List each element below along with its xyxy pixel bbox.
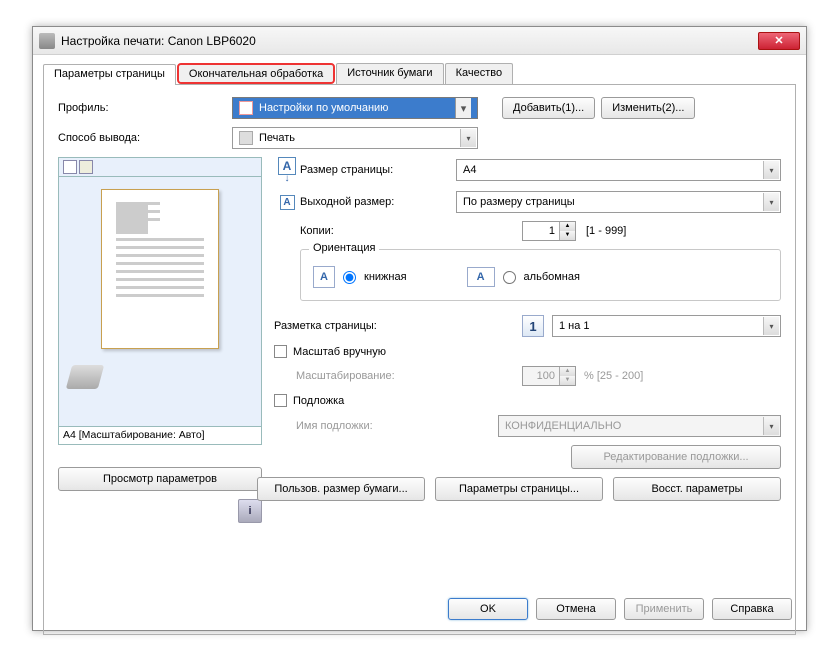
tab-strip: Параметры страницы Окончательная обработ…	[43, 63, 796, 85]
output-size-combo[interactable]: По размеру страницы ▾	[456, 191, 781, 213]
output-size-value: По размеру страницы	[463, 196, 575, 208]
spin-down-icon[interactable]: ▼	[560, 231, 575, 240]
watermark-name-label: Имя подложки:	[296, 420, 456, 432]
copies-spinner[interactable]: ▲▼	[522, 221, 576, 241]
page-preview	[101, 189, 219, 349]
profile-combo[interactable]: Настройки по умолчанию ▾	[232, 97, 478, 119]
settings-column: A↓ Размер страницы: A4 ▾ A Выходной разм…	[274, 157, 781, 523]
portrait-icon: A	[313, 266, 335, 288]
page-options-button[interactable]: Параметры страницы...	[435, 477, 603, 501]
scaling-row: Масштабирование: ▲▼ % [25 - 200]	[274, 366, 781, 386]
tab-finishing[interactable]: Окончательная обработка	[177, 63, 335, 84]
output-size-icon: A	[280, 195, 295, 210]
manual-scale-label: Масштаб вручную	[293, 346, 386, 358]
manual-scale-checkbox[interactable]	[274, 345, 287, 358]
tab-quality[interactable]: Качество	[445, 63, 514, 84]
print-settings-window: Настройка печати: Canon LBP6020 ✕ Параме…	[32, 26, 807, 631]
content-area: Параметры страницы Окончательная обработ…	[33, 55, 806, 643]
preview-column: A4 [Масштабирование: Авто] Просмотр пара…	[58, 157, 262, 523]
cancel-button[interactable]: Отмена	[536, 598, 616, 620]
output-value: Печать	[259, 132, 295, 144]
copies-label: Копии:	[300, 225, 456, 237]
tab-panel: Профиль: Настройки по умолчанию ▾ Добави…	[43, 85, 796, 635]
edit-watermark-button: Редактирование подложки...	[571, 445, 781, 469]
page-size-value: A4	[463, 164, 476, 176]
output-size-label: Выходной размер:	[300, 196, 456, 208]
output-combo[interactable]: Печать ▾	[232, 127, 478, 149]
orientation-group: Ориентация A книжная A альбомная	[300, 249, 781, 301]
close-button[interactable]: ✕	[758, 32, 800, 50]
chevron-down-icon: ▾	[460, 129, 476, 147]
chevron-down-icon: ▾	[763, 193, 779, 211]
chevron-down-icon: ▾	[455, 98, 471, 118]
output-label: Способ вывода:	[58, 132, 178, 144]
spin-up-icon[interactable]: ▲	[560, 222, 575, 231]
watermark-value: КОНФИДЕНЦИАЛЬНО	[505, 420, 621, 432]
printer-view-icon[interactable]	[79, 160, 93, 174]
custom-paper-size-button[interactable]: Пользов. размер бумаги...	[257, 477, 425, 501]
layout-value: 1 на 1	[559, 320, 590, 332]
watermark-combo: КОНФИДЕНЦИАЛЬНО ▾	[498, 415, 781, 437]
layout-label: Разметка страницы:	[274, 320, 456, 332]
landscape-radio[interactable]	[503, 271, 516, 284]
profile-icon	[239, 101, 253, 115]
scaling-label: Масштабирование:	[296, 370, 456, 382]
page-view-icon[interactable]	[63, 160, 77, 174]
ok-button[interactable]: OK	[448, 598, 528, 620]
profile-label: Профиль:	[58, 102, 178, 114]
bottom-buttons-row: Пользов. размер бумаги... Параметры стра…	[58, 477, 781, 501]
copies-range: [1 - 999]	[586, 225, 626, 237]
page-size-combo[interactable]: A4 ▾	[456, 159, 781, 181]
layout-num-icon: 1	[522, 315, 544, 337]
watermark-name-row: Имя подложки: КОНФИДЕНЦИАЛЬНО ▾	[274, 415, 781, 437]
layout-row: Разметка страницы: 1 1 на 1 ▾	[274, 315, 781, 337]
manual-scale-row: Масштаб вручную	[274, 345, 781, 358]
arrow-down-icon: ↓	[285, 175, 290, 183]
add-profile-button[interactable]: Добавить(1)...	[502, 97, 595, 119]
landscape-icon: A	[467, 267, 495, 287]
chevron-down-icon: ▾	[763, 161, 779, 179]
tab-paper-source[interactable]: Источник бумаги	[336, 63, 443, 84]
scaling-range: % [25 - 200]	[584, 370, 643, 382]
scaling-input	[523, 367, 559, 385]
preview-caption: A4 [Масштабирование: Авто]	[58, 427, 262, 445]
preview-header	[58, 157, 262, 177]
print-icon	[239, 131, 253, 145]
copies-input[interactable]	[523, 222, 559, 240]
info-icon[interactable]: i	[238, 499, 262, 523]
help-button[interactable]: Справка	[712, 598, 792, 620]
dialog-buttons: OK Отмена Применить Справка	[448, 598, 792, 620]
watermark-check-label: Подложка	[293, 395, 344, 407]
preview-box	[58, 177, 262, 427]
restore-defaults-button[interactable]: Восст. параметры	[613, 477, 781, 501]
portrait-option[interactable]: A книжная	[313, 266, 407, 288]
tab-page-settings[interactable]: Параметры страницы	[43, 64, 176, 85]
chevron-down-icon: ▾	[763, 417, 779, 435]
titlebar: Настройка печати: Canon LBP6020 ✕	[33, 27, 806, 55]
profile-row: Профиль: Настройки по умолчанию ▾ Добави…	[58, 97, 781, 119]
watermark-edit-row: Редактирование подложки...	[274, 445, 781, 469]
portrait-label: книжная	[364, 271, 407, 283]
paper-stack-icon	[66, 365, 104, 389]
watermark-check-row: Подложка	[274, 394, 781, 407]
landscape-option[interactable]: A альбомная	[467, 266, 580, 288]
portrait-radio[interactable]	[343, 271, 356, 284]
edit-profile-button[interactable]: Изменить(2)...	[601, 97, 695, 119]
landscape-label: альбомная	[524, 271, 580, 283]
watermark-checkbox[interactable]	[274, 394, 287, 407]
window-title: Настройка печати: Canon LBP6020	[61, 34, 758, 48]
copies-row: Копии: ▲▼ [1 - 999]	[274, 221, 781, 241]
chevron-down-icon: ▾	[763, 317, 779, 335]
scaling-spinner: ▲▼	[522, 366, 576, 386]
orientation-group-title: Ориентация	[309, 242, 379, 254]
output-size-row: A Выходной размер: По размеру страницы ▾	[274, 191, 781, 213]
printer-icon	[39, 33, 55, 49]
profile-value: Настройки по умолчанию	[259, 102, 388, 114]
layout-combo[interactable]: 1 на 1 ▾	[552, 315, 781, 337]
output-row: Способ вывода: Печать ▾	[58, 127, 781, 149]
page-size-label: Размер страницы:	[300, 164, 456, 176]
apply-button: Применить	[624, 598, 704, 620]
page-size-row: A↓ Размер страницы: A4 ▾	[274, 157, 781, 183]
